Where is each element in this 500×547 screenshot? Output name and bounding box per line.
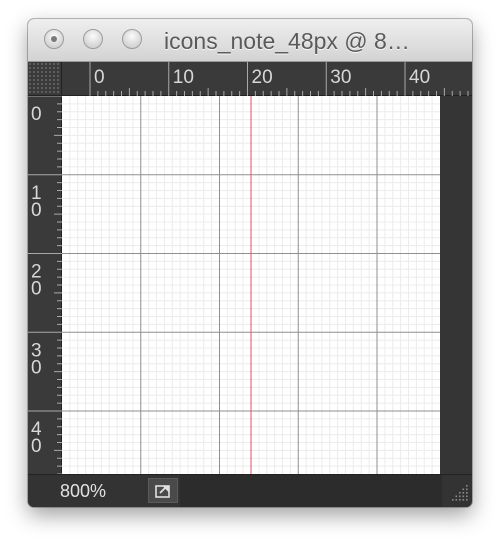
ruler-label: 40 [409,67,430,88]
grip-dot [466,492,468,494]
grip-dot [466,495,468,498]
grip-dot [462,499,465,501]
grip-dot [466,499,468,501]
ruler-label: 20 [252,67,273,88]
grip-dot [466,488,468,491]
window-title: icons_note_48px @ 8… [164,28,410,54]
grip-dot [462,495,465,498]
grip-dot [459,492,461,494]
ruler-label: 30 [330,67,351,88]
canvas-area[interactable] [62,96,472,474]
minimize-button[interactable] [83,29,103,49]
export-button[interactable] [148,478,178,503]
horizontal-ruler-graphic: 0 10 20 30 40 [89,62,469,96]
document-window: icons_note_48px @ 8… 0 10 20 30 40 010203040… [28,19,472,507]
ruler-label: 0 [31,104,42,125]
ruler-label: 0 [94,67,105,88]
pixel-grid-canvas[interactable] [62,96,440,474]
share-arrow-icon [155,485,170,498]
title-bar[interactable]: icons_note_48px @ 8… [28,19,472,62]
grip-dot [452,499,454,501]
ruler-label: 0 [31,357,42,378]
vertical-ruler[interactable]: 010203040 [28,95,62,475]
grip-dot [459,499,461,501]
vertical-ruler-graphic: 010203040 [28,95,62,475]
zoom-level[interactable]: 800% [60,481,106,502]
grip-dot [462,488,465,491]
status-bar-spacer [180,475,442,507]
horizontal-ruler[interactable]: 0 10 20 30 40 [62,62,472,96]
ruler-label: 0 [31,279,42,300]
grip-dot [455,495,458,498]
ruler-label: 0 [31,200,42,221]
ruler-label: 10 [173,67,194,88]
status-bar: 800% [28,474,472,507]
grip-dot [462,492,465,494]
grip-dot [459,495,461,498]
zoom-button[interactable] [122,29,142,49]
grip-dot [466,485,468,487]
ruler-origin-corner[interactable] [28,62,62,96]
grip-dot [455,499,458,501]
vertical-scroll-area[interactable] [440,96,472,474]
close-dot-icon [51,36,57,42]
ruler-label: 0 [31,436,42,457]
resize-grip-icon[interactable] [442,475,472,507]
close-button[interactable] [44,29,64,49]
